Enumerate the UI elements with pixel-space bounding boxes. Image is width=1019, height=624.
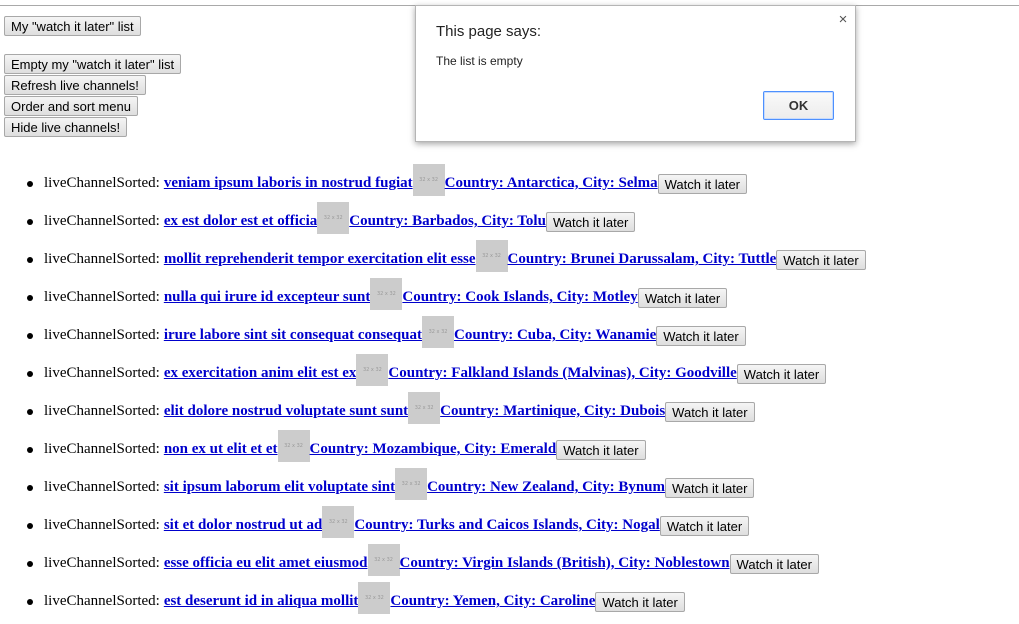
channel-location-link[interactable]: Country: Martinique, City: Dubois — [440, 402, 665, 420]
dialog-title: This page says: — [436, 23, 542, 40]
channel-list-item: liveChannelSorted: nulla qui irure id exc… — [0, 276, 1019, 314]
order-and-sort-menu-button[interactable]: Order and sort menu — [4, 96, 138, 116]
channel-title-link[interactable]: sit ipsum laborum elit voluptate sint — [164, 478, 395, 496]
channel-location-link[interactable]: Country: Falkland Islands (Malvinas), Ci… — [388, 364, 736, 382]
my-watch-later-list-button[interactable]: My "watch it later" list — [4, 16, 141, 36]
channel-location-link[interactable]: Country: Cuba, City: Wanamie — [454, 326, 656, 344]
watch-it-later-button[interactable]: Watch it later — [659, 516, 750, 536]
channel-title-link[interactable]: est deserunt id in aliqua mollit — [164, 592, 359, 610]
channel-prefix-label: liveChannelSorted: — [44, 289, 160, 305]
bullet-icon — [27, 485, 33, 491]
bullet-icon — [27, 599, 33, 605]
empty-watch-later-list-button[interactable]: Empty my "watch it later" list — [4, 54, 182, 74]
ok-button[interactable]: OK — [763, 91, 834, 120]
channel-prefix-label: liveChannelSorted: — [44, 593, 160, 609]
watch-it-later-button[interactable]: Watch it later — [545, 212, 636, 232]
channel-thumbnail-image: 32 x 32 — [422, 316, 455, 348]
alert-dialog: This page says: × The list is empty OK — [415, 5, 856, 142]
watch-it-later-button[interactable]: Watch it later — [736, 364, 827, 384]
channel-list-item: liveChannelSorted: veniam ipsum laboris i… — [0, 162, 1019, 200]
channel-title-link[interactable]: veniam ipsum laboris in nostrud fugiat — [164, 174, 413, 192]
watch-it-later-button[interactable]: Watch it later — [556, 440, 646, 460]
channel-prefix-label: liveChannelSorted: — [44, 251, 160, 267]
channel-list-item: liveChannelSorted: sit et dolor nostrud u… — [0, 504, 1019, 542]
watch-it-later-button[interactable]: Watch it later — [776, 250, 866, 270]
channel-prefix-label: liveChannelSorted: — [44, 403, 160, 419]
channel-list-item: liveChannelSorted: non ex ut elit et et 32… — [0, 428, 1019, 466]
channel-location-link[interactable]: Country: Brunei Darussalam, City: Tuttle — [508, 250, 777, 268]
watch-it-later-button[interactable]: Watch it later — [665, 478, 755, 498]
bullet-icon — [27, 447, 33, 453]
close-icon[interactable]: × — [836, 12, 850, 28]
channel-prefix-label: liveChannelSorted: — [44, 555, 160, 571]
channel-thumbnail-image: 32 x 32 — [412, 164, 445, 196]
channel-thumbnail-image: 32 x 32 — [317, 202, 350, 234]
watch-it-later-button[interactable]: Watch it later — [656, 326, 746, 346]
bullet-icon — [27, 219, 33, 225]
channel-prefix-label: liveChannelSorted: — [44, 175, 160, 191]
bullet-icon — [27, 523, 33, 529]
channel-location-link[interactable]: Country: Barbados, City: Tolu — [349, 212, 546, 230]
channel-thumbnail-image: 32 x 32 — [358, 582, 391, 614]
channel-list-item: liveChannelSorted: elit dolore nostrud vo… — [0, 390, 1019, 428]
channel-title-link[interactable]: sit et dolor nostrud ut ad — [164, 516, 323, 534]
channel-prefix-label: liveChannelSorted: — [44, 441, 160, 457]
channel-location-link[interactable]: Country: Cook Islands, City: Motley — [402, 288, 637, 306]
channel-thumbnail-image: 32 x 32 — [475, 240, 508, 272]
channel-thumbnail-image: 32 x 32 — [367, 544, 400, 576]
bullet-icon — [27, 257, 33, 263]
channel-list-item: liveChannelSorted: ex est dolor est et of… — [0, 200, 1019, 238]
channel-prefix-label: liveChannelSorted: — [44, 517, 160, 533]
channel-title-link[interactable]: ex exercitation anim elit est ex — [164, 364, 357, 382]
channel-prefix-label: liveChannelSorted: — [44, 365, 160, 381]
channel-title-link[interactable]: elit dolore nostrud voluptate sunt sunt — [164, 402, 408, 420]
bullet-icon — [27, 181, 33, 187]
live-channel-list: liveChannelSorted: veniam ipsum laboris i… — [0, 162, 1019, 618]
channel-title-link[interactable]: nulla qui irure id excepteur sunt — [164, 288, 371, 306]
watch-it-later-button[interactable]: Watch it later — [637, 288, 728, 308]
channel-thumbnail-image: 32 x 32 — [322, 506, 355, 538]
channel-list-item: liveChannelSorted: est deserunt id in ali… — [0, 580, 1019, 618]
channel-title-link[interactable]: ex est dolor est et officia — [164, 212, 317, 230]
channel-location-link[interactable]: Country: Mozambique, City: Emerald — [310, 440, 557, 458]
channel-location-link[interactable]: Country: Antarctica, City: Selma — [445, 174, 658, 192]
dialog-message: The list is empty — [436, 54, 523, 68]
channel-prefix-label: liveChannelSorted: — [44, 479, 160, 495]
refresh-live-channels-button[interactable]: Refresh live channels! — [4, 75, 146, 95]
bullet-icon — [27, 371, 33, 377]
channel-list-item: liveChannelSorted: sit ipsum laborum elit… — [0, 466, 1019, 504]
channel-list-item: liveChannelSorted: ex exercitation anim e… — [0, 352, 1019, 390]
watch-it-later-button[interactable]: Watch it later — [657, 174, 748, 194]
channel-location-link[interactable]: Country: New Zealand, City: Bynum — [427, 478, 665, 496]
channel-title-link[interactable]: esse officia eu elit amet eiusmod — [164, 554, 368, 572]
channel-title-link[interactable]: irure labore sint sit consequat consequa… — [164, 326, 422, 344]
bullet-icon — [27, 561, 33, 567]
channel-thumbnail-image: 32 x 32 — [408, 392, 441, 424]
channel-thumbnail-image: 32 x 32 — [277, 430, 310, 462]
channel-title-link[interactable]: mollit reprehenderit tempor exercitation… — [164, 250, 476, 268]
watch-it-later-button[interactable]: Watch it later — [665, 402, 755, 422]
channel-location-link[interactable]: Country: Yemen, City: Caroline — [390, 592, 595, 610]
channel-thumbnail-image: 32 x 32 — [395, 468, 428, 500]
channel-prefix-label: liveChannelSorted: — [44, 327, 160, 343]
bullet-icon — [27, 409, 33, 415]
channel-location-link[interactable]: Country: Turks and Caicos Islands, City:… — [354, 516, 660, 534]
channel-prefix-label: liveChannelSorted: — [44, 213, 160, 229]
channel-list-item: liveChannelSorted: mollit reprehenderit t… — [0, 238, 1019, 276]
hide-live-channels-button[interactable]: Hide live channels! — [4, 117, 128, 137]
channel-thumbnail-image: 32 x 32 — [356, 354, 389, 386]
watch-it-later-button[interactable]: Watch it later — [595, 592, 685, 612]
channel-title-link[interactable]: non ex ut elit et et — [164, 440, 278, 458]
channel-list-item: liveChannelSorted: irure labore sint sit … — [0, 314, 1019, 352]
channel-thumbnail-image: 32 x 32 — [370, 278, 403, 310]
watch-it-later-button[interactable]: Watch it later — [729, 554, 819, 574]
bullet-icon — [27, 295, 33, 301]
channel-location-link[interactable]: Country: Virgin Islands (British), City:… — [400, 554, 730, 572]
channel-list-item: liveChannelSorted: esse officia eu elit a… — [0, 542, 1019, 580]
bullet-icon — [27, 333, 33, 339]
